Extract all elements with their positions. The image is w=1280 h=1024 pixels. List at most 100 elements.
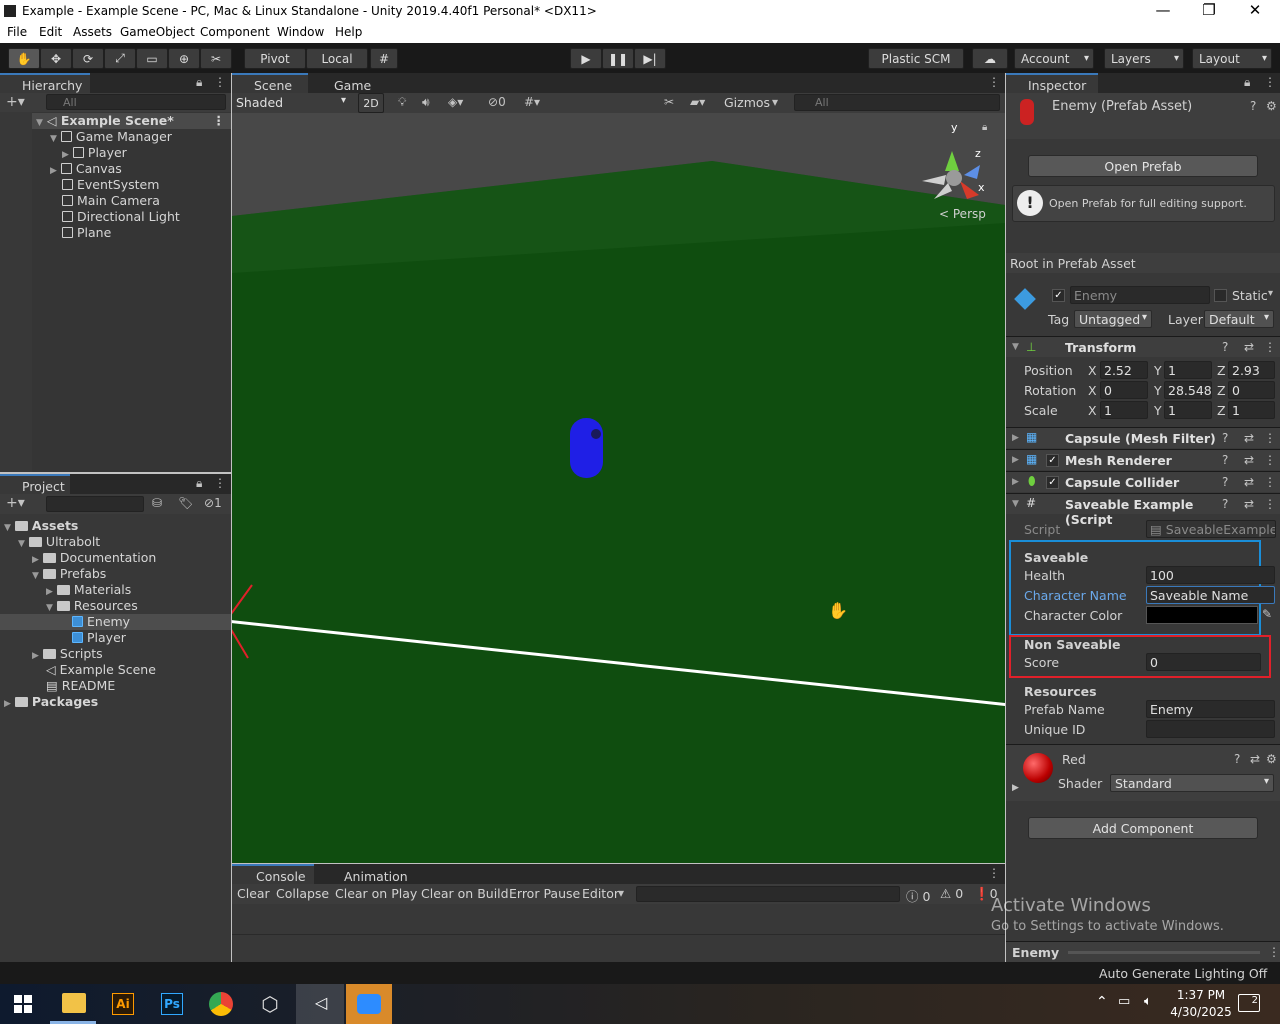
script-field[interactable]: ▤ SaveableExample [1146,520,1276,538]
lock-icon[interactable]: 🔒︎ [196,75,202,90]
hierarchy-item-player[interactable]: ▶ Player [62,145,127,161]
console-search-input[interactable] [636,886,900,902]
project-item-ultrabolt[interactable]: ▼ Ultrabolt [18,534,100,550]
hierarchy-item-eventsystem[interactable]: EventSystem [62,177,159,193]
health-field[interactable]: 100 [1146,566,1275,584]
camera-icon[interactable]: ▰▾ [690,95,705,109]
minimize-button[interactable]: — [1148,1,1178,19]
lock-icon[interactable]: 🔒︎ [196,476,202,491]
clock-time[interactable]: 1:37 PM [1170,988,1232,1002]
settings-gear-icon[interactable]: ⚙ [1266,99,1277,113]
menu-help[interactable]: Help [335,25,362,39]
lighting-status[interactable]: Auto Generate Lighting Off [1099,966,1267,981]
project-item-prefabs[interactable]: ▼ Prefabs [32,566,106,582]
lock-icon[interactable]: 🔒︎ [1244,75,1250,90]
project-item-player[interactable]: Player [72,630,126,646]
shading-mode-dropdown[interactable]: Shaded [232,94,350,112]
warning-count[interactable]: ⚠ 0 [940,886,963,901]
layer-dropdown[interactable]: Default [1204,310,1274,328]
unity-hub-icon[interactable]: ⬡ [258,992,282,1016]
project-item-resources[interactable]: ▼ Resources [46,598,138,614]
kebab-menu-icon[interactable]: ⋮ [1264,475,1276,489]
menu-file[interactable]: File [7,25,27,39]
presets-icon[interactable]: ⇄ [1244,431,1254,445]
menu-edit[interactable]: Edit [39,25,62,39]
kebab-menu-icon[interactable]: ⋮ [1268,945,1280,959]
windows-start-icon[interactable] [14,995,32,1013]
active-checkbox[interactable]: ✓ [1052,289,1065,302]
filter-type-icon[interactable]: ⛁ [152,496,162,510]
editor-dropdown[interactable]: Editor [582,886,619,901]
filter-label-icon[interactable]: 🏷︎ [178,496,193,510]
kebab-menu-icon[interactable]: ⋮ [1264,431,1276,445]
project-item-packages[interactable]: ▶ Packages [4,694,98,710]
kebab-menu-icon[interactable]: ⋮ [1264,453,1276,467]
character-color-swatch[interactable] [1146,606,1258,624]
chrome-icon[interactable] [209,992,233,1016]
grid-snap-icon[interactable]: # [370,48,398,69]
add-icon[interactable]: +▾ [6,495,25,511]
rotation-z-field[interactable]: 0 [1228,381,1275,399]
tab-scene[interactable]: Scene [232,73,308,93]
tab-game[interactable]: Game [310,73,380,93]
account-dropdown[interactable]: Account ▾ [1014,48,1094,69]
presets-icon[interactable]: ⇄ [1244,475,1254,489]
transform-tool-icon[interactable]: ⊕ [168,48,200,69]
transform-header[interactable]: ▼ ⊥ Transform ? ⇄ ⋮ [1006,336,1280,357]
scale-x-field[interactable]: 1 [1100,401,1148,419]
hierarchy-item-game-manager[interactable]: ▼ Game Manager [50,129,172,145]
settings-gear-icon[interactable]: ⚙ [1266,752,1277,766]
plastic-scm-button[interactable]: Plastic SCM [868,48,964,69]
clear-button[interactable]: Clear [237,886,270,901]
add-icon[interactable]: +▾ [6,94,25,110]
clear-on-build-button[interactable]: Clear on Build [421,886,509,901]
project-search-input[interactable] [46,496,144,512]
help-icon[interactable]: ? [1222,340,1228,354]
hidden-objects-icon[interactable]: ⊘0 [488,95,506,109]
gizmos-caret-icon[interactable]: ▾ [772,95,778,109]
shader-dropdown[interactable]: Standard [1110,774,1274,792]
help-icon[interactable]: ? [1234,752,1240,766]
rect-tool-icon[interactable]: ▭ [136,48,168,69]
rotate-tool-icon[interactable]: ⟳ [72,48,104,69]
error-pause-button[interactable]: Error Pause [509,886,580,901]
move-tool-icon[interactable]: ✥ [40,48,72,69]
kebab-menu-icon[interactable]: ⋮ [214,476,226,490]
hidden-packages-icon[interactable]: ⊘1 [204,496,222,510]
project-item-scripts[interactable]: ▶ Scripts [32,646,103,662]
grid-icon[interactable]: #▾ [524,95,540,109]
presets-icon[interactable]: ⇄ [1250,752,1260,766]
hierarchy-item-directional-light[interactable]: Directional Light [62,209,180,225]
volume-icon[interactable]: 🔈︎ [1144,994,1152,1009]
rotation-y-field[interactable]: 28.548 [1164,381,1212,399]
menu-window[interactable]: Window [277,25,324,39]
local-toggle[interactable]: Local [306,48,368,69]
notification-center-icon[interactable]: 2 [1238,994,1260,1012]
prefab-name-field[interactable]: Enemy [1146,700,1275,718]
kebab-menu-icon[interactable]: ⋮ [988,866,1000,880]
persp-label[interactable]: < Persp [939,207,986,221]
illustrator-icon[interactable]: Ai [112,993,134,1015]
kebab-menu-icon[interactable]: ⋮ [214,75,226,89]
kebab-menu-icon[interactable]: ⋮ [1264,497,1276,511]
scene-viewport[interactable]: y z x < Persp 🔒︎ ✋ [232,113,1005,863]
mesh-filter-header[interactable]: ▶ ▦ Capsule (Mesh Filter) ? ⇄ ⋮ [1006,427,1280,448]
position-z-field[interactable]: 2.93 [1228,361,1275,379]
position-y-field[interactable]: 1 [1164,361,1212,379]
score-field[interactable]: 0 [1146,653,1261,671]
rotation-x-field[interactable]: 0 [1100,381,1148,399]
kebab-menu-icon[interactable]: ⋮ [988,75,1000,89]
scale-tool-icon[interactable]: ⤢ [104,48,136,69]
kebab-menu-icon[interactable]: ⋮ [1264,75,1276,89]
tab-animation[interactable]: Animation [316,864,416,884]
kebab-menu-icon[interactable]: ⋮ [1264,340,1276,354]
maximize-button[interactable]: ❐ [1194,1,1224,19]
menu-gameobject[interactable]: GameObject [120,25,195,39]
collapse-button[interactable]: Collapse [276,886,329,901]
scale-z-field[interactable]: 1 [1228,401,1275,419]
tray-chevron-icon[interactable]: ⌃ [1096,994,1108,1010]
pause-button[interactable]: ❚❚ [602,48,634,69]
unity-editor-taskbar-button[interactable]: ◁ [296,984,344,1024]
network-icon[interactable]: ▭ [1118,994,1130,1009]
menu-component[interactable]: Component [200,25,270,39]
